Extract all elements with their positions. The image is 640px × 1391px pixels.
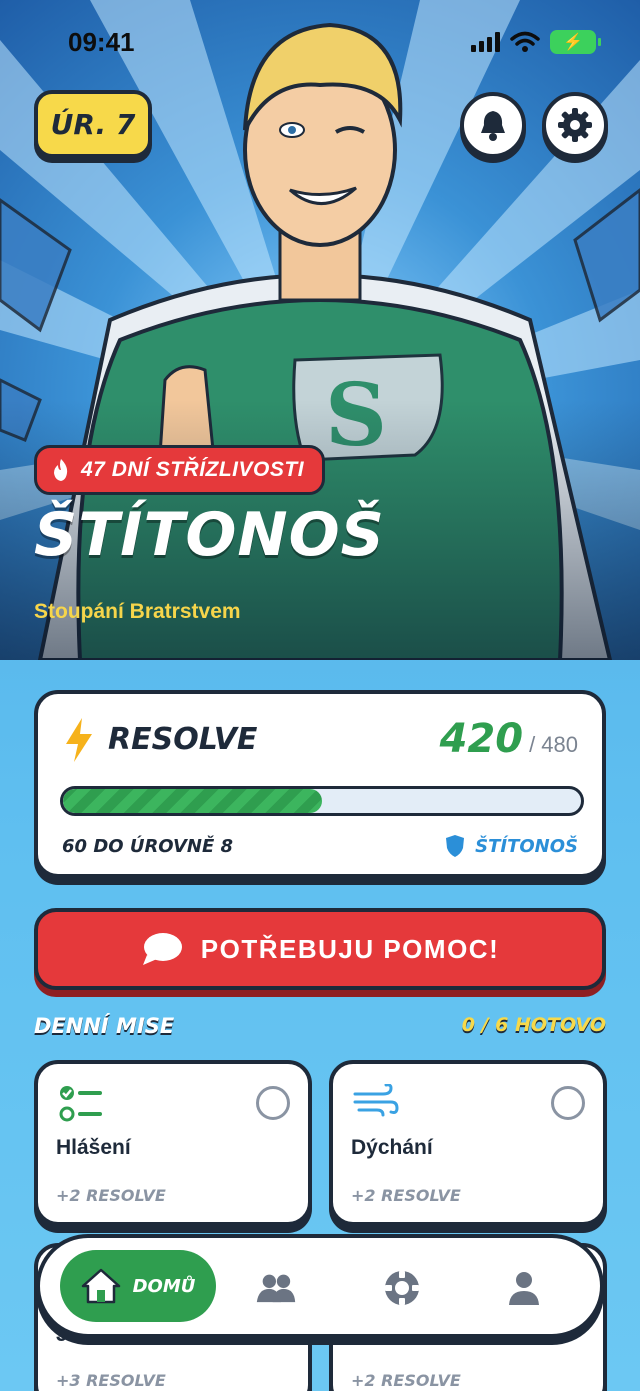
settings-button[interactable] — [542, 92, 608, 158]
hero-subtitle: Stoupání Bratrstvem — [34, 600, 241, 623]
missions-title: DENNÍ MISE — [34, 1014, 175, 1038]
mission-card[interactable]: Hlášení +2 RESOLVE — [34, 1060, 312, 1226]
mission-reward: +2 RESOLVE — [351, 1186, 461, 1205]
mission-reward: +2 RESOLVE — [56, 1186, 166, 1205]
nav-profile[interactable] — [504, 1268, 544, 1308]
resolve-label: RESOLVE — [108, 722, 258, 757]
missions-count: 0 / 6 HOTOVO — [461, 1014, 606, 1036]
battery-icon: ⚡ — [550, 30, 601, 54]
resolve-value: 420 / 480 — [440, 716, 578, 762]
help-button[interactable]: POTŘEBUJU POMOC! — [34, 908, 606, 990]
mission-checkbox[interactable] — [551, 1086, 585, 1120]
hero-name: ŠTÍTONOŠ — [34, 500, 385, 570]
streak-text: 47 DNÍ STŘÍZLIVOSTI — [81, 458, 305, 481]
level-badge[interactable]: ÚR. 7 — [34, 90, 152, 158]
mission-name: Dýchání — [351, 1136, 433, 1159]
profile-icon — [509, 1272, 539, 1305]
resolve-max: / 480 — [529, 732, 578, 757]
mission-card[interactable]: Dýchání +2 RESOLVE — [329, 1060, 607, 1226]
lightning-icon — [66, 718, 92, 762]
signal-icon — [471, 32, 500, 52]
mission-reward: +2 RESOLVE — [351, 1371, 461, 1390]
mission-reward: +3 RESOLVE — [56, 1371, 166, 1390]
resolve-card: RESOLVE 420 / 480 60 DO ÚROVNĚ 8 ŠTÍTONO… — [34, 690, 606, 878]
lifebuoy-icon — [385, 1271, 419, 1305]
bottom-nav: DOMŮ — [36, 1234, 604, 1338]
bell-icon — [481, 111, 505, 141]
streak-badge: 47 DNÍ STŘÍZLIVOSTI — [34, 445, 326, 495]
resolve-progress-fill — [63, 789, 322, 813]
rank-text: ŠTÍTONOŠ — [475, 835, 578, 857]
help-button-label: POTŘEBUJU POMOC! — [200, 933, 500, 964]
wind-icon — [353, 1084, 399, 1117]
missions-header: DENNÍ MISE 0 / 6 HOTOVO — [34, 1014, 606, 1038]
wifi-icon — [510, 31, 540, 52]
home-icon — [81, 1268, 120, 1304]
nav-support[interactable] — [382, 1268, 422, 1308]
mission-checkbox[interactable] — [256, 1086, 290, 1120]
chat-bubble-icon — [142, 933, 182, 965]
flame-icon — [54, 459, 68, 481]
community-icon — [256, 1274, 296, 1303]
notifications-button[interactable] — [460, 92, 526, 158]
resolve-progress-bar — [60, 786, 584, 816]
nav-home-label: DOMŮ — [132, 1275, 196, 1297]
nav-home[interactable]: DOMŮ — [60, 1250, 216, 1322]
gear-icon — [558, 108, 592, 142]
rank-label: ŠTÍTONOŠ — [445, 834, 578, 858]
resolve-current: 420 — [439, 716, 524, 762]
nav-community[interactable] — [256, 1268, 296, 1308]
status-icons: ⚡ — [471, 30, 601, 54]
status-bar: 09:41 ⚡ — [0, 22, 640, 62]
status-time: 09:41 — [68, 26, 135, 57]
mission-name: Hlášení — [56, 1136, 131, 1159]
shield-icon — [446, 835, 465, 857]
checklist-icon — [59, 1086, 102, 1122]
next-level-text: 60 DO ÚROVNĚ 8 — [62, 836, 234, 857]
